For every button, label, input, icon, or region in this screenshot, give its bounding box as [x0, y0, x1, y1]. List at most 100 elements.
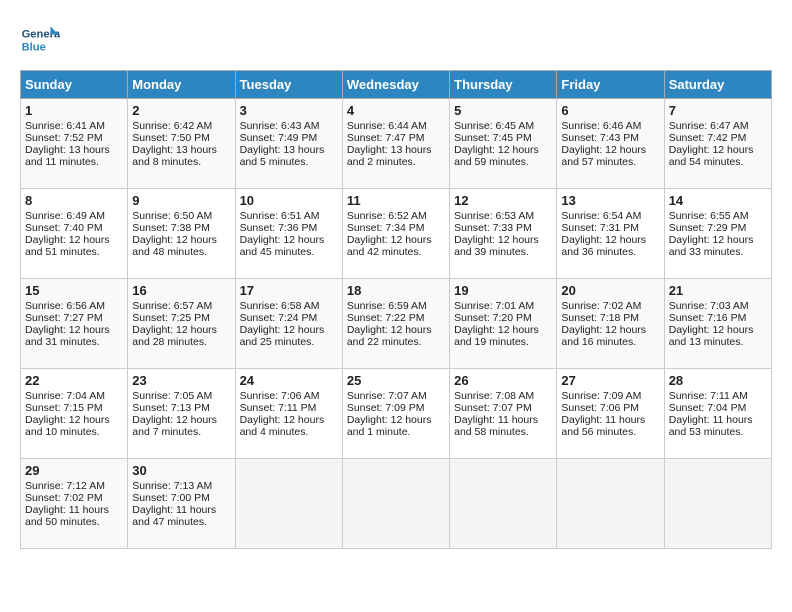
day-number: 6 — [561, 103, 659, 118]
day-number: 23 — [132, 373, 230, 388]
sunrise-label: Sunrise: 7:09 AM — [561, 390, 641, 402]
day-number: 24 — [240, 373, 338, 388]
day-cell-14: 14Sunrise: 6:55 AMSunset: 7:29 PMDayligh… — [664, 189, 771, 279]
sunset-label: Sunset: 7:52 PM — [25, 132, 103, 144]
day-cell-30: 30Sunrise: 7:13 AMSunset: 7:00 PMDayligh… — [128, 459, 235, 549]
sunset-label: Sunset: 7:47 PM — [347, 132, 425, 144]
day-cell-23: 23Sunrise: 7:05 AMSunset: 7:13 PMDayligh… — [128, 369, 235, 459]
sunset-label: Sunset: 7:50 PM — [132, 132, 210, 144]
week-row-2: 8Sunrise: 6:49 AMSunset: 7:40 PMDaylight… — [21, 189, 772, 279]
day-cell-27: 27Sunrise: 7:09 AMSunset: 7:06 PMDayligh… — [557, 369, 664, 459]
day-cell-2: 2 Sunrise: 6:42 AMSunset: 7:50 PMDaylight… — [128, 99, 235, 189]
sunset-label: Sunset: 7:42 PM — [669, 132, 747, 144]
sunrise-label: Sunrise: 6:44 AM — [347, 120, 427, 132]
daylight-label: Daylight: 11 hours and 53 minutes. — [669, 414, 753, 438]
sunset-label: Sunset: 7:06 PM — [561, 402, 639, 414]
day-cell-3: 3Sunrise: 6:43 AMSunset: 7:49 PMDaylight… — [235, 99, 342, 189]
day-number: 5 — [454, 103, 552, 118]
daylight-label: Daylight: 12 hours and 28 minutes. — [132, 324, 217, 348]
daylight-label: Daylight: 12 hours and 31 minutes. — [25, 324, 110, 348]
sunrise-label: Sunrise: 6:59 AM — [347, 300, 427, 312]
day-number: 27 — [561, 373, 659, 388]
sunrise-label: Sunrise: 6:45 AM — [454, 120, 534, 132]
calendar-body: 1Sunrise: 6:41 AMSunset: 7:52 PMDaylight… — [21, 99, 772, 549]
sunrise-label: Sunrise: 7:13 AM — [132, 480, 212, 492]
daylight-label: Daylight: 12 hours and 1 minute. — [347, 414, 432, 438]
daylight-label: Daylight: 12 hours and 4 minutes. — [240, 414, 325, 438]
day-number: 10 — [240, 193, 338, 208]
sunset-label: Sunset: 7:09 PM — [347, 402, 425, 414]
sunset-label: Sunset: 7:00 PM — [132, 492, 210, 504]
sunset-label: Sunset: 7:24 PM — [240, 312, 318, 324]
sunrise-label: Sunrise: 7:12 AM — [25, 480, 105, 492]
day-number: 13 — [561, 193, 659, 208]
daylight-label: Daylight: 12 hours and 48 minutes. — [132, 234, 217, 258]
day-cell-20: 20Sunrise: 7:02 AMSunset: 7:18 PMDayligh… — [557, 279, 664, 369]
day-cell-17: 17Sunrise: 6:58 AMSunset: 7:24 PMDayligh… — [235, 279, 342, 369]
day-number: 3 — [240, 103, 338, 118]
week-row-5: 29Sunrise: 7:12 AMSunset: 7:02 PMDayligh… — [21, 459, 772, 549]
sunrise-label: Sunrise: 6:56 AM — [25, 300, 105, 312]
day-cell-18: 18Sunrise: 6:59 AMSunset: 7:22 PMDayligh… — [342, 279, 449, 369]
daylight-label: Daylight: 12 hours and 10 minutes. — [25, 414, 110, 438]
sunrise-label: Sunrise: 7:11 AM — [669, 390, 748, 402]
day-number: 14 — [669, 193, 767, 208]
sunset-label: Sunset: 7:34 PM — [347, 222, 425, 234]
sunrise-label: Sunrise: 7:04 AM — [25, 390, 105, 402]
day-number: 7 — [669, 103, 767, 118]
day-cell-19: 19Sunrise: 7:01 AMSunset: 7:20 PMDayligh… — [450, 279, 557, 369]
day-cell-25: 25Sunrise: 7:07 AMSunset: 7:09 PMDayligh… — [342, 369, 449, 459]
header-row: SundayMondayTuesdayWednesdayThursdayFrid… — [21, 71, 772, 99]
day-number: 18 — [347, 283, 445, 298]
week-row-3: 15Sunrise: 6:56 AMSunset: 7:27 PMDayligh… — [21, 279, 772, 369]
day-cell-21: 21Sunrise: 7:03 AMSunset: 7:16 PMDayligh… — [664, 279, 771, 369]
sunrise-label: Sunrise: 6:42 AM — [132, 120, 212, 132]
sunrise-label: Sunrise: 6:54 AM — [561, 210, 641, 222]
sunset-label: Sunset: 7:15 PM — [25, 402, 103, 414]
day-number: 9 — [132, 193, 230, 208]
sunset-label: Sunset: 7:36 PM — [240, 222, 318, 234]
day-cell-7: 7Sunrise: 6:47 AMSunset: 7:42 PMDaylight… — [664, 99, 771, 189]
sunrise-label: Sunrise: 6:47 AM — [669, 120, 749, 132]
day-cell-26: 26Sunrise: 7:08 AMSunset: 7:07 PMDayligh… — [450, 369, 557, 459]
day-number: 20 — [561, 283, 659, 298]
sunset-label: Sunset: 7:22 PM — [347, 312, 425, 324]
sunrise-label: Sunrise: 6:58 AM — [240, 300, 320, 312]
daylight-label: Daylight: 12 hours and 13 minutes. — [669, 324, 754, 348]
sunrise-label: Sunrise: 6:55 AM — [669, 210, 749, 222]
day-cell-28: 28Sunrise: 7:11 AMSunset: 7:04 PMDayligh… — [664, 369, 771, 459]
sunrise-label: Sunrise: 6:52 AM — [347, 210, 427, 222]
daylight-label: Daylight: 11 hours and 58 minutes. — [454, 414, 538, 438]
daylight-label: Daylight: 12 hours and 45 minutes. — [240, 234, 325, 258]
daylight-label: Daylight: 11 hours and 47 minutes. — [132, 504, 216, 528]
sunset-label: Sunset: 7:31 PM — [561, 222, 639, 234]
day-cell-9: 9Sunrise: 6:50 AMSunset: 7:38 PMDaylight… — [128, 189, 235, 279]
sunrise-label: Sunrise: 6:49 AM — [25, 210, 105, 222]
sunrise-label: Sunrise: 6:57 AM — [132, 300, 212, 312]
day-header-monday: Monday — [128, 71, 235, 99]
day-cell-6: 6Sunrise: 6:46 AMSunset: 7:43 PMDaylight… — [557, 99, 664, 189]
day-header-saturday: Saturday — [664, 71, 771, 99]
sunrise-label: Sunrise: 6:43 AM — [240, 120, 320, 132]
daylight-label: Daylight: 11 hours and 50 minutes. — [25, 504, 109, 528]
sunset-label: Sunset: 7:45 PM — [454, 132, 532, 144]
empty-cell — [450, 459, 557, 549]
day-number: 26 — [454, 373, 552, 388]
daylight-label: Daylight: 12 hours and 16 minutes. — [561, 324, 646, 348]
day-cell-24: 24Sunrise: 7:06 AMSunset: 7:11 PMDayligh… — [235, 369, 342, 459]
day-number: 1 — [25, 103, 123, 118]
day-cell-4: 4Sunrise: 6:44 AMSunset: 7:47 PMDaylight… — [342, 99, 449, 189]
day-number: 12 — [454, 193, 552, 208]
day-number: 2 — [132, 103, 230, 118]
day-number: 22 — [25, 373, 123, 388]
calendar-table: SundayMondayTuesdayWednesdayThursdayFrid… — [20, 70, 772, 549]
day-number: 11 — [347, 193, 445, 208]
daylight-label: Daylight: 12 hours and 33 minutes. — [669, 234, 754, 258]
day-number: 16 — [132, 283, 230, 298]
sunrise-label: Sunrise: 7:07 AM — [347, 390, 427, 402]
empty-cell — [342, 459, 449, 549]
day-cell-11: 11Sunrise: 6:52 AMSunset: 7:34 PMDayligh… — [342, 189, 449, 279]
daylight-label: Daylight: 13 hours and 5 minutes. — [240, 144, 325, 168]
day-cell-15: 15Sunrise: 6:56 AMSunset: 7:27 PMDayligh… — [21, 279, 128, 369]
daylight-label: Daylight: 13 hours and 8 minutes. — [132, 144, 217, 168]
